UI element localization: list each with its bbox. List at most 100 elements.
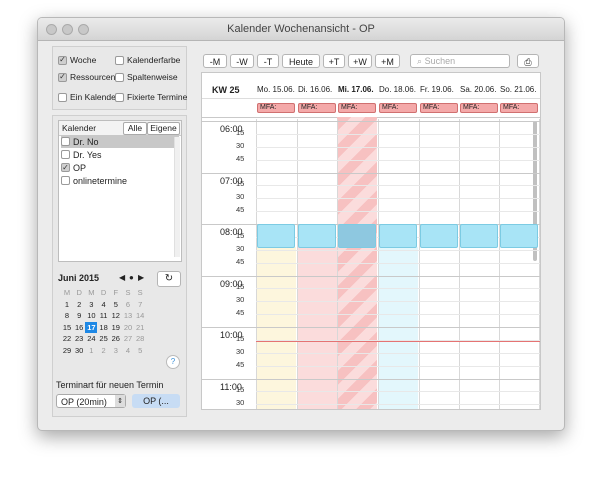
minical-day[interactable]: 11 <box>98 310 110 321</box>
header-divider <box>202 98 540 99</box>
minical-day[interactable]: 15 <box>61 322 73 333</box>
calendar-item[interactable]: Dr. No <box>61 135 179 148</box>
minical-day[interactable]: 2 <box>73 299 85 310</box>
print-button[interactable]: ⎙ <box>517 54 539 68</box>
mfa-slot[interactable]: MFA: <box>338 103 376 113</box>
minical-day[interactable]: 9 <box>73 310 85 321</box>
minical-day[interactable]: 1 <box>85 345 97 356</box>
minical-day[interactable]: 16 <box>73 322 85 333</box>
appointment-block[interactable] <box>298 224 336 248</box>
day-header[interactable]: So. 21.06. <box>500 85 536 94</box>
minical-day[interactable]: 7 <box>134 299 146 310</box>
minical-today-icon[interactable]: ● <box>129 273 134 282</box>
mfa-slot[interactable]: MFA: <box>298 103 336 113</box>
window-title: Kalender Wochenansicht - OP <box>227 23 375 35</box>
search-input[interactable]: ⌕ Suchen <box>410 54 510 68</box>
minical-day[interactable]: 3 <box>85 299 97 310</box>
calendar-list-scrollbar[interactable] <box>174 137 180 257</box>
appointment-block[interactable] <box>379 224 417 248</box>
appointment-block[interactable] <box>257 224 295 248</box>
plus-week-button[interactable]: +W <box>348 54 372 68</box>
minical-day[interactable]: 13 <box>122 310 134 321</box>
appointment-block[interactable] <box>500 224 538 248</box>
day-header[interactable]: Do. 18.06. <box>379 85 416 94</box>
minus-week-button[interactable]: -W <box>230 54 254 68</box>
appt-type-select[interactable]: OP (20min) ⇕ <box>56 394 126 408</box>
kalenderfarbe-checkbox[interactable]: Kalenderfarbe <box>115 55 180 65</box>
minical-day[interactable]: 25 <box>98 333 110 344</box>
minical-day[interactable]: 6 <box>122 299 134 310</box>
ressourcen-checkbox[interactable]: ✓ Ressourcen <box>58 72 115 82</box>
minical-day[interactable]: 28 <box>134 333 146 344</box>
quarter-line <box>256 314 540 316</box>
day-header[interactable]: Di. 16.06. <box>298 85 332 94</box>
mfa-slot[interactable]: MFA: <box>500 103 538 113</box>
minical-day[interactable]: 20 <box>122 322 134 333</box>
minute-label: 30 <box>236 192 245 202</box>
mfa-slot[interactable]: MFA: <box>460 103 498 113</box>
plus-month-button[interactable]: +M <box>375 54 400 68</box>
minical-day[interactable]: 27 <box>122 333 134 344</box>
eigene-button[interactable]: Eigene <box>147 122 180 135</box>
woche-checkbox[interactable]: ✓ Woche <box>58 55 96 65</box>
appointment-block[interactable] <box>420 224 458 248</box>
plus-day-button[interactable]: +T <box>323 54 345 68</box>
appointment-block[interactable] <box>338 224 376 248</box>
minical-prev-icon[interactable]: ◀ <box>119 273 125 282</box>
quarter-line <box>256 288 540 290</box>
fixierte-termine-checkbox[interactable]: Fixierte Termine <box>115 92 187 102</box>
minical-weekday: S <box>137 288 143 297</box>
checkmark-icon: ✓ <box>58 55 67 65</box>
minus-day-button[interactable]: -T <box>257 54 279 68</box>
help-icon[interactable]: ? <box>166 355 180 369</box>
minical-day[interactable]: 26 <box>110 333 122 344</box>
calendar-item-label: onlinetermine <box>73 175 128 186</box>
minical-day[interactable]: 3 <box>110 345 122 356</box>
day-header[interactable]: Sa. 20.06. <box>460 85 496 94</box>
spaltenweise-checkbox[interactable]: Spaltenweise <box>115 72 178 82</box>
calendar-item[interactable]: Dr. Yes <box>61 148 179 161</box>
quarter-line <box>256 185 540 187</box>
minical-day[interactable]: 8 <box>61 310 73 321</box>
minical-day[interactable]: 4 <box>122 345 134 356</box>
appointment-block[interactable] <box>460 224 498 248</box>
alle-button[interactable]: Alle <box>123 122 147 135</box>
day-header[interactable]: Mo. 15.06. <box>257 85 295 94</box>
minus-month-button[interactable]: -M <box>203 54 227 68</box>
minute-label: 15 <box>236 179 245 189</box>
minical-day[interactable]: 23 <box>73 333 85 344</box>
mfa-slot[interactable]: MFA: <box>257 103 295 113</box>
minical-weekday: M <box>63 288 71 297</box>
minical-day[interactable]: 18 <box>98 322 110 333</box>
ein-kalender-checkbox[interactable]: Ein Kalender <box>58 92 119 102</box>
minical-day[interactable]: 5 <box>110 299 122 310</box>
minical-day[interactable]: 30 <box>73 345 85 356</box>
refresh-button[interactable]: ↻ <box>157 271 181 287</box>
minical-next-icon[interactable]: ▶ <box>138 273 144 282</box>
day-header[interactable]: Mi. 17.06. <box>338 85 374 94</box>
minical-day[interactable]: 5 <box>134 345 146 356</box>
mfa-slot[interactable]: MFA: <box>420 103 458 113</box>
mfa-slot[interactable]: MFA: <box>379 103 417 113</box>
chevron-updown-icon: ⇕ <box>115 395 125 407</box>
minical-day[interactable]: 19 <box>110 322 122 333</box>
appt-calendar-button[interactable]: OP (... <box>132 394 180 408</box>
minical-day[interactable]: 21 <box>134 322 146 333</box>
minical-day[interactable]: 22 <box>61 333 73 344</box>
calendar-item[interactable]: onlinetermine <box>61 174 179 187</box>
minute-label: 45 <box>236 205 245 215</box>
minical-day[interactable]: 2 <box>98 345 110 356</box>
minical-day[interactable]: 1 <box>61 299 73 310</box>
today-button[interactable]: Heute <box>282 54 320 68</box>
minical-day[interactable]: 17 <box>85 321 98 333</box>
minical-day[interactable]: 12 <box>110 310 122 321</box>
hour-line <box>202 172 540 174</box>
minical-day[interactable]: 14 <box>134 310 146 321</box>
minical-day[interactable]: 29 <box>61 345 73 356</box>
minical-day[interactable]: 4 <box>98 299 110 310</box>
minical-day[interactable]: 24 <box>85 333 97 344</box>
calendar-item[interactable]: ✓ OP <box>61 161 179 174</box>
day-header[interactable]: Fr. 19.06. <box>420 85 454 94</box>
minical-day[interactable]: 10 <box>85 310 97 321</box>
checkmark-icon: ✓ <box>58 72 67 82</box>
